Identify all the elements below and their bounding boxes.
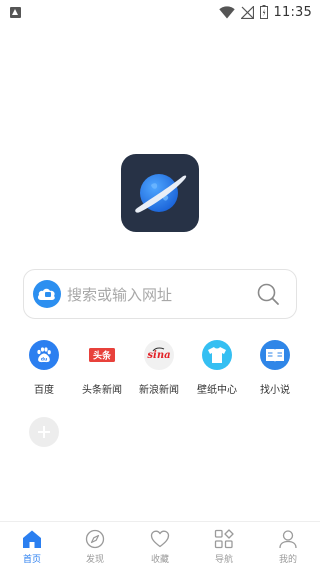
search-icon[interactable] — [256, 282, 280, 306]
battery-icon — [259, 5, 268, 19]
quick-link-sina[interactable]: sina 新浪新闻 — [129, 340, 189, 396]
notification-icon — [10, 6, 21, 18]
sina-icon: sina — [144, 340, 174, 370]
add-shortcut-button[interactable] — [29, 417, 59, 447]
quick-link-label: 百度 — [34, 385, 54, 396]
search-input[interactable]: 搜索或输入网址 — [67, 284, 256, 305]
nav-profile[interactable]: 我的 — [266, 529, 310, 565]
svg-text:sina: sina — [147, 350, 170, 361]
quick-link-label: 头条新闻 — [82, 385, 122, 396]
clock: 11:35 — [273, 4, 312, 20]
nav-label: 发现 — [85, 555, 104, 565]
nav-label: 收藏 — [150, 555, 169, 565]
search-bar[interactable]: 搜索或输入网址 — [23, 269, 297, 319]
user-icon — [279, 530, 297, 549]
toutiao-icon: 头条 — [87, 340, 117, 370]
wifi-icon — [218, 5, 235, 18]
quick-link-wallpaper[interactable]: 壁纸中心 — [187, 340, 247, 396]
tshirt-icon — [202, 340, 232, 370]
heart-icon — [150, 530, 170, 548]
home-icon — [23, 530, 41, 548]
baidu-icon: du — [29, 340, 59, 370]
svg-text:du: du — [41, 357, 47, 363]
nav-label: 首页 — [22, 555, 41, 565]
quick-link-label: 找小说 — [260, 385, 290, 396]
quick-link-label: 新浪新闻 — [139, 385, 179, 396]
book-icon — [260, 340, 290, 370]
nav-favorites[interactable]: 收藏 — [138, 529, 182, 565]
no-signal-icon — [240, 5, 254, 19]
nav-label: 我的 — [278, 555, 297, 565]
nav-discover[interactable]: 发现 — [73, 529, 117, 565]
plus-icon — [38, 426, 50, 438]
app-logo — [121, 154, 199, 232]
grid-icon — [214, 529, 234, 549]
quick-link-baidu[interactable]: du 百度 — [14, 340, 74, 396]
quick-link-novel[interactable]: 找小说 — [245, 340, 305, 396]
search-engine-icon[interactable] — [33, 280, 61, 308]
bottom-nav: 首页 发现 收藏 导航 我的 — [0, 521, 320, 568]
nav-navigation[interactable]: 导航 — [202, 529, 246, 565]
compass-icon — [85, 529, 105, 549]
quick-link-toutiao[interactable]: 头条 头条新闻 — [72, 340, 132, 396]
quick-link-label: 壁纸中心 — [197, 385, 237, 396]
planet-logo-icon — [135, 174, 187, 213]
svg-text:头条: 头条 — [93, 350, 112, 362]
nav-home[interactable]: 首页 — [10, 529, 54, 565]
nav-label: 导航 — [214, 555, 233, 565]
status-bar: 11:35 — [0, 0, 320, 24]
